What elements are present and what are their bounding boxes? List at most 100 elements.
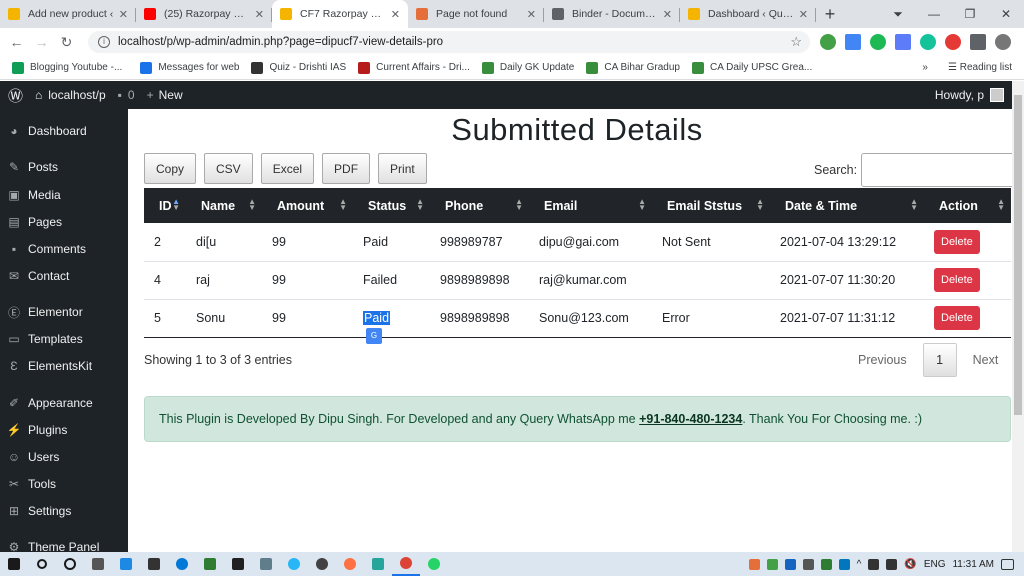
search-icon[interactable] [28,552,56,576]
language-indicator[interactable]: ENG [924,559,946,570]
extension-card-icon[interactable] [895,34,911,50]
store-icon[interactable] [140,552,168,576]
back-icon[interactable]: ← [4,34,29,50]
column-header-email[interactable]: Email ▲ ▼ [529,188,652,223]
excel-button[interactable]: Excel [260,153,315,184]
tab-close-icon[interactable]: ✕ [255,8,264,21]
forward-icon[interactable]: → [29,34,54,50]
extension-red-icon[interactable] [945,34,961,50]
column-header-date-time[interactable]: Date & Time ▲ ▼ [770,188,924,223]
xampp-tray-icon[interactable] [748,558,760,570]
extension-power-icon[interactable] [870,34,886,50]
page-scrollbar[interactable] [1012,81,1024,552]
app-map-icon[interactable] [364,552,392,576]
whatsapp-icon[interactable] [420,552,448,576]
bookmark-item[interactable]: Quiz - Drishti IAS [251,61,346,74]
profile-menu-icon[interactable]: ⏷ [880,7,916,22]
bookmark-item[interactable]: Current Affairs - Dri... [358,61,470,74]
page-1-button[interactable]: 1 [922,343,957,377]
browser-tab[interactable]: Page not found ✕ [408,0,544,28]
cortana-icon[interactable] [56,552,84,576]
tab-close-icon[interactable]: ✕ [527,8,536,21]
task-view-icon[interactable] [84,552,112,576]
sidebar-item-pages[interactable]: ▤ Pages [0,212,62,232]
google-translate-icon[interactable]: G [366,328,382,344]
firefox-icon[interactable] [336,552,364,576]
browser-tab[interactable]: Dashboard ‹ Quant ✕ [680,0,816,28]
extensions-puzzle-icon[interactable] [970,34,986,50]
extension-globe-icon[interactable] [820,34,836,50]
telegram-icon[interactable] [280,552,308,576]
sidebar-item-users[interactable]: ☺ Users [0,447,59,467]
sidebar-item-tools[interactable]: ✂ Tools [0,474,56,494]
bookmark-item[interactable]: Daily GK Update [481,61,574,74]
tab-close-icon[interactable]: ✕ [391,8,400,21]
delete-button[interactable]: Delete [934,229,980,254]
browser-tab[interactable]: CF7 Razorpay Pro ‹ ✕ [272,0,408,28]
bluetooth-icon[interactable] [784,558,796,570]
volume-icon[interactable]: 🔇 [904,559,916,570]
tray-app-icon[interactable] [766,558,778,570]
browser-tab[interactable]: Add new product ‹ ✕ [0,0,136,28]
sidebar-item-theme-panel[interactable]: ⚙ Theme Panel [0,537,100,552]
browser-tab[interactable]: (25) Razorpay Conta ✕ [136,0,272,28]
sidebar-item-elementor[interactable]: Ⓔ Elementor [0,302,83,322]
site-info-icon[interactable]: i [98,36,110,48]
sidebar-item-settings[interactable]: ⊞ Settings [0,501,71,521]
tab-close-icon[interactable]: ✕ [119,8,128,21]
clock[interactable]: 11:31 AM [952,559,994,570]
app-photo-icon[interactable] [252,552,280,576]
reload-icon[interactable]: ↻ [54,34,79,51]
new-content-link[interactable]: + New [147,88,183,102]
tray-blue-icon[interactable] [838,558,850,570]
search-input[interactable] [861,153,1016,187]
site-home-link[interactable]: ⌂ localhost/p [35,88,106,102]
tray-green-icon[interactable] [820,558,832,570]
tray-shield-icon[interactable] [802,558,814,570]
sidebar-item-plugins[interactable]: ⚡ Plugins [0,420,68,440]
sidebar-item-elementskit[interactable]: Ɛ ElementsKit [0,356,92,376]
close-window-icon[interactable]: ✕ [988,7,1024,21]
edge-icon[interactable] [168,552,196,576]
battery-icon[interactable] [868,558,880,570]
pdf-button[interactable]: PDF [322,153,371,184]
start-icon[interactable] [0,552,28,576]
sidebar-item-media[interactable]: ▣ Media [0,185,60,205]
sidebar-item-contact[interactable]: ✉ Contact [0,266,69,286]
extension-translate-icon[interactable] [845,34,861,50]
minimize-icon[interactable]: — [916,7,952,21]
whatsapp-phone-link[interactable]: +91-840-480-1234 [639,412,742,426]
restore-icon[interactable]: ❐ [952,7,988,21]
app-green-icon[interactable] [196,552,224,576]
sidebar-item-comments[interactable]: ▪ Comments [0,239,86,259]
chrome-icon[interactable] [392,552,420,576]
file-icon[interactable] [112,552,140,576]
url-bar[interactable]: i localhost/p/wp-admin/admin.php?page=di… [88,31,810,53]
copy-button[interactable]: Copy [144,153,197,184]
bookmark-item[interactable]: CA Bihar Gradup [586,61,680,74]
wordpress-logo-icon[interactable]: Ⓦ [8,85,23,106]
tab-close-icon[interactable]: ✕ [799,8,808,21]
network-icon[interactable] [886,558,898,570]
app-gear-icon[interactable] [308,552,336,576]
bookmark-item[interactable]: CA Daily UPSC Grea... [691,61,812,74]
column-header-status[interactable]: Status ▲ ▼ [353,188,430,223]
tab-close-icon[interactable]: ✕ [663,8,672,21]
bookmark-star-icon[interactable]: ☆ [790,34,802,50]
delete-button[interactable]: Delete [934,306,980,330]
csv-button[interactable]: CSV [204,153,253,184]
notifications-icon[interactable] [1001,558,1014,570]
show-hidden-icon[interactable]: ^ [857,559,862,570]
column-header-id[interactable]: ID ▲ ▼ [144,188,186,223]
sidebar-item-templates[interactable]: ▭ Templates [0,329,82,349]
column-header-email-ststus[interactable]: Email Ststus ▲ ▼ [652,188,770,223]
column-header-phone[interactable]: Phone ▲ ▼ [430,188,529,223]
bookmark-item[interactable]: Blogging Youtube -... [12,61,122,74]
browser-tab[interactable]: Binder - Documenta ✕ [544,0,680,28]
extension-grammarly-icon[interactable] [920,34,936,50]
bookmark-item[interactable]: Messages for web [140,61,239,74]
previous-page-button[interactable]: Previous [858,353,907,367]
next-page-button[interactable]: Next [973,353,999,367]
reading-list[interactable]: ☰ Reading list [948,62,1012,73]
comments-link[interactable]: ▪ 0 [118,88,135,102]
